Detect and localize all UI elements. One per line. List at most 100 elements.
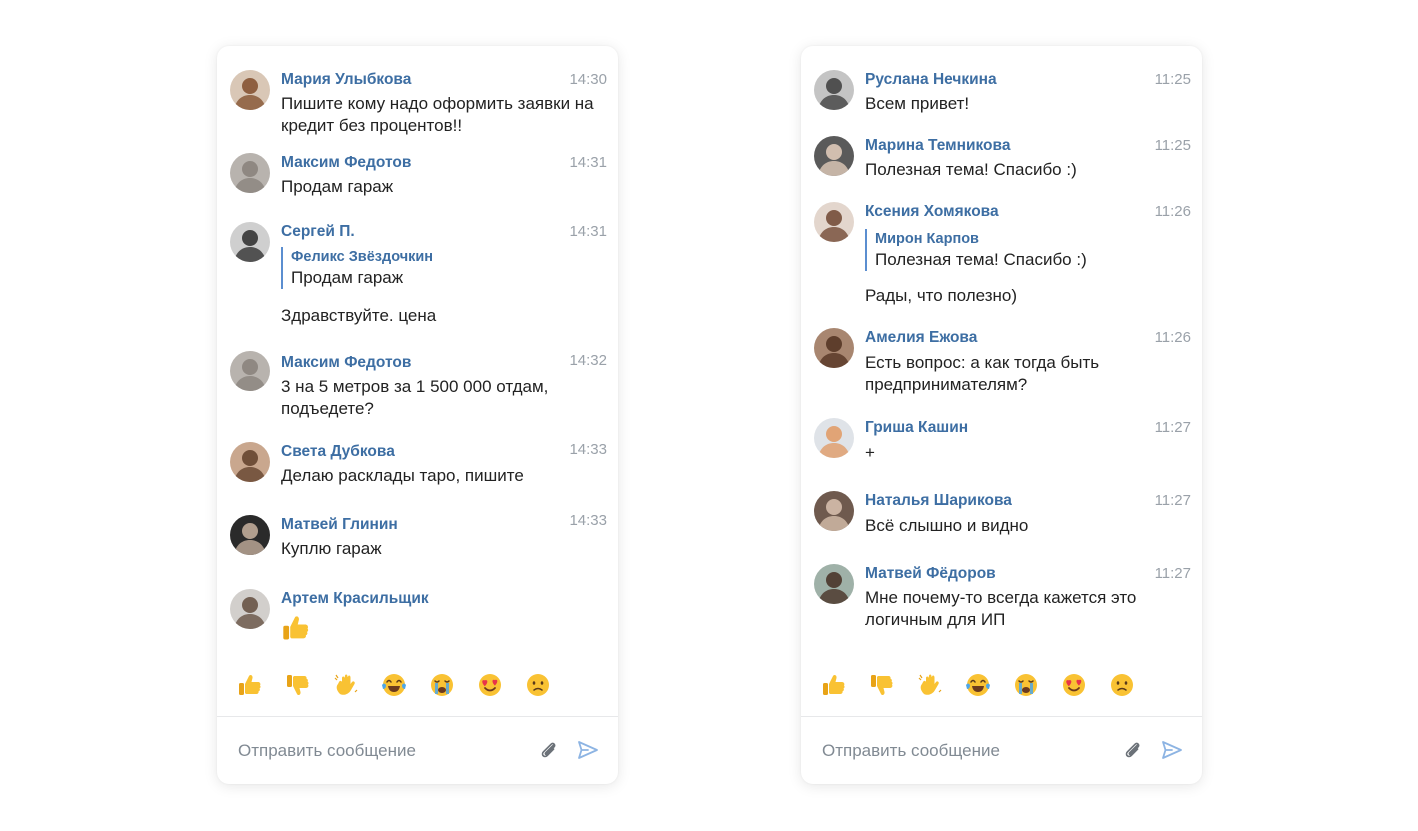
send-icon[interactable]	[1160, 738, 1184, 762]
reaction-bar	[821, 672, 1135, 700]
message-author[interactable]: Света Дубкова	[281, 442, 395, 462]
thumbs-down-reaction-icon[interactable]	[285, 672, 311, 698]
message-item: Мария Улыбкова 14:30 Пишите кому надо оф…	[230, 70, 607, 140]
reply-quote[interactable]: Феликс Звёздочкин Продам гараж	[281, 247, 433, 289]
message-item: Руслана Нечкина 11:25 Всем привет!	[814, 70, 1191, 114]
message-author[interactable]: Марина Темникова	[865, 136, 1010, 156]
message-time: 14:33	[569, 512, 607, 529]
slightly-frowning-reaction-icon[interactable]	[1109, 672, 1135, 698]
tears-of-joy-reaction-icon[interactable]	[381, 672, 407, 698]
message-author[interactable]: Руслана Нечкина	[865, 70, 997, 90]
message-item: Артем Красильщик	[230, 589, 607, 645]
message-text: 3 на 5 метров за 1 500 000 отдам, подъед…	[281, 377, 549, 418]
reaction-bar	[237, 672, 551, 700]
avatar[interactable]	[230, 222, 270, 262]
thumbs-up-reaction-icon[interactable]	[821, 672, 847, 698]
message-author[interactable]: Наталья Шарикова	[865, 491, 1012, 511]
thumbs-up-emoji	[281, 613, 311, 643]
message-text: Продам гараж	[281, 177, 394, 196]
message-author[interactable]: Максим Федотов	[281, 153, 411, 173]
message-item: Матвей Фёдоров 11:27 Мне почему-то всегд…	[814, 564, 1191, 634]
thumbs-up-reaction-icon[interactable]	[237, 672, 263, 698]
message-text: +	[865, 443, 875, 462]
message-text: Всё слышно и видно	[865, 516, 1029, 535]
quote-author: Феликс Звёздочкин	[291, 249, 434, 265]
message-item: Гриша Кашин 11:27 +	[814, 418, 1191, 462]
message-text: Пишите кому надо оформить заявки на кред…	[281, 94, 594, 135]
message-composer	[217, 716, 618, 784]
message-time: 11:26	[1154, 329, 1191, 346]
avatar[interactable]	[814, 491, 854, 531]
message-item: Наталья Шарикова 11:27 Всё слышно и видн…	[814, 491, 1191, 535]
message-item: Максим Федотов 14:31 Продам гараж	[230, 153, 607, 197]
avatar[interactable]	[230, 351, 270, 391]
chat-panel-right: Руслана Нечкина 11:25 Всем привет! Марин…	[801, 46, 1202, 784]
quote-text: Полезная тема! Спасибо :)	[875, 250, 1087, 269]
message-text: Мне почему-то всегда кажется это логичны…	[865, 588, 1137, 629]
message-text: Рады, что полезно)	[865, 286, 1018, 305]
avatar[interactable]	[814, 70, 854, 110]
message-time: 11:27	[1154, 565, 1191, 582]
message-author[interactable]: Ксения Хомякова	[865, 202, 999, 222]
crying-reaction-icon[interactable]	[429, 672, 455, 698]
tears-of-joy-reaction-icon[interactable]	[965, 672, 991, 698]
message-time: 11:27	[1154, 492, 1191, 509]
message-text: Всем привет!	[865, 94, 970, 113]
message-time: 14:30	[569, 71, 607, 88]
message-item: Марина Темникова 11:25 Полезная тема! Сп…	[814, 136, 1191, 180]
avatar[interactable]	[814, 136, 854, 176]
crying-reaction-icon[interactable]	[1013, 672, 1039, 698]
avatar[interactable]	[230, 589, 270, 629]
message-time: 14:32	[569, 352, 607, 369]
paperclip-icon[interactable]	[538, 739, 560, 761]
message-time: 11:26	[1154, 203, 1191, 220]
message-item: Амелия Ежова 11:26 Есть вопрос: а как то…	[814, 328, 1191, 398]
avatar[interactable]	[230, 515, 270, 555]
message-author[interactable]: Матвей Фёдоров	[865, 564, 996, 584]
message-time: 14:31	[569, 154, 607, 171]
message-author[interactable]: Матвей Глинин	[281, 515, 398, 535]
avatar[interactable]	[814, 328, 854, 368]
reply-quote[interactable]: Мирон Карпов Полезная тема! Спасибо :)	[865, 229, 1087, 271]
slightly-frowning-reaction-icon[interactable]	[525, 672, 551, 698]
message-composer	[801, 716, 1202, 784]
avatar[interactable]	[814, 202, 854, 242]
thumbs-down-reaction-icon[interactable]	[869, 672, 895, 698]
message-item: Света Дубкова 14:33 Делаю расклады таро,…	[230, 441, 607, 486]
send-icon[interactable]	[576, 738, 600, 762]
waving-hand-reaction-icon[interactable]	[333, 672, 359, 698]
message-author[interactable]: Максим Федотов	[281, 353, 411, 373]
heart-eyes-reaction-icon[interactable]	[477, 672, 503, 698]
message-item: Ксения Хомякова 11:26 Мирон Карпов Полез…	[814, 202, 1191, 312]
message-time: 14:33	[569, 441, 607, 458]
waving-hand-reaction-icon[interactable]	[917, 672, 943, 698]
message-text: Куплю гараж	[281, 539, 382, 558]
message-time: 11:25	[1154, 137, 1191, 154]
message-author[interactable]: Гриша Кашин	[865, 418, 968, 438]
message-time: 14:31	[569, 223, 607, 240]
message-item: Матвей Глинин 14:33 Куплю гараж	[230, 512, 607, 559]
quote-text: Продам гараж	[291, 268, 404, 287]
chat-panel-left: Мария Улыбкова 14:30 Пишите кому надо оф…	[217, 46, 618, 784]
message-text: Есть вопрос: а как тогда быть предприним…	[865, 353, 1100, 394]
message-time: 11:25	[1154, 71, 1191, 88]
avatar[interactable]	[814, 564, 854, 604]
message-author[interactable]: Мария Улыбкова	[281, 70, 411, 90]
message-author[interactable]: Сергей П.	[281, 222, 355, 242]
message-item: Сергей П. 14:31 Феликс Звёздочкин Продам…	[230, 222, 607, 332]
avatar[interactable]	[230, 70, 270, 110]
message-item: Максим Федотов 14:32 3 на 5 метров за 1 …	[230, 351, 607, 421]
message-text: Делаю расклады таро, пишите	[281, 466, 524, 485]
quote-author: Мирон Карпов	[875, 231, 979, 247]
avatar[interactable]	[230, 442, 270, 482]
paperclip-icon[interactable]	[1122, 739, 1144, 761]
message-input[interactable]	[238, 739, 518, 763]
heart-eyes-reaction-icon[interactable]	[1061, 672, 1087, 698]
message-author[interactable]: Артем Красильщик	[281, 589, 429, 609]
avatar[interactable]	[230, 153, 270, 193]
message-input[interactable]	[822, 739, 1102, 763]
message-text: Полезная тема! Спасибо :)	[865, 160, 1077, 179]
avatar[interactable]	[814, 418, 854, 458]
message-author[interactable]: Амелия Ежова	[865, 328, 977, 348]
message-time: 11:27	[1154, 419, 1191, 436]
